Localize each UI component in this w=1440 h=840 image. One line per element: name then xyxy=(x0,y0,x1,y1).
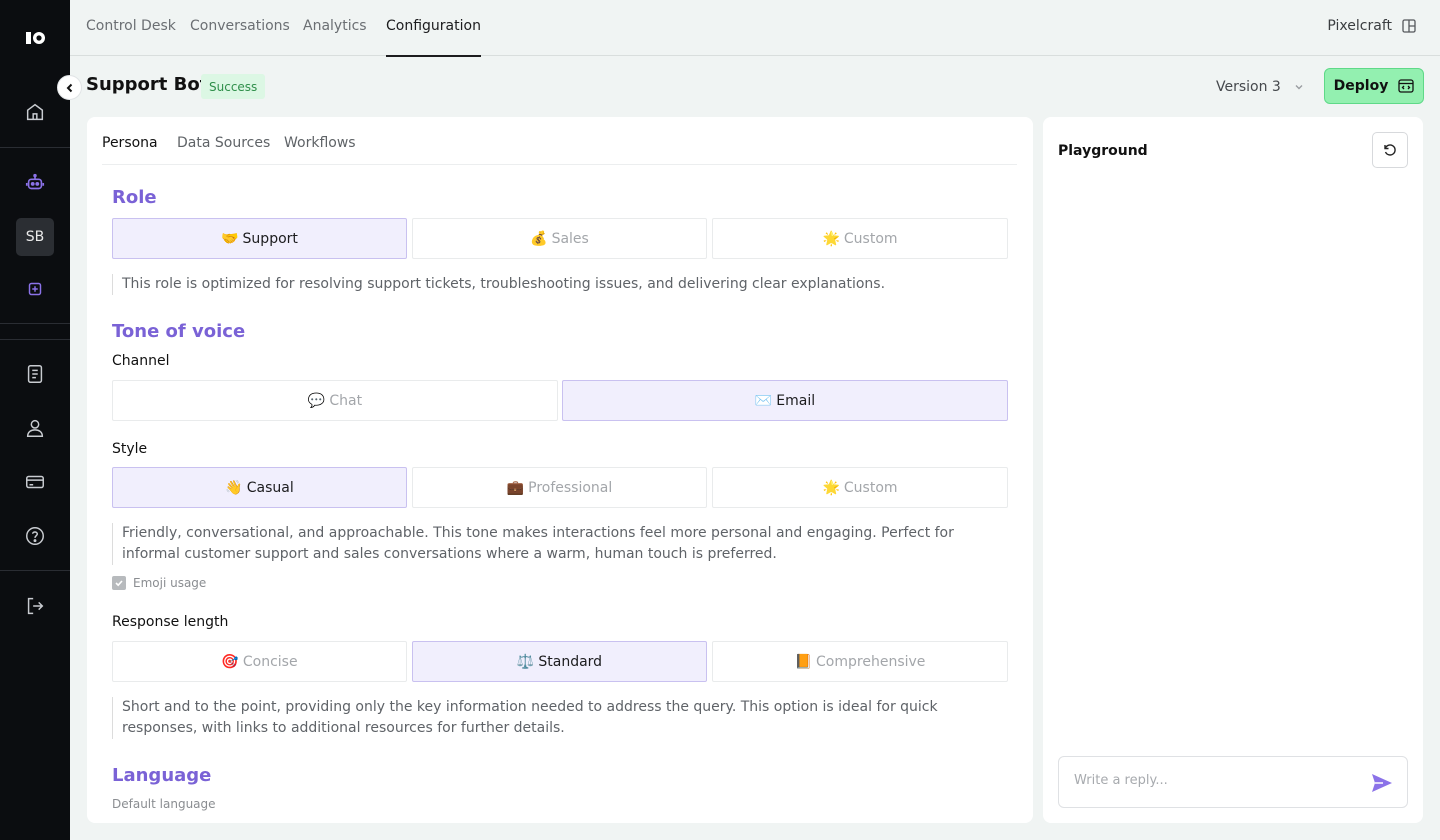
playground-title: Playground xyxy=(1058,143,1148,159)
role-option-sales[interactable]: 💰 Sales xyxy=(412,218,707,259)
tab-configuration[interactable]: Configuration xyxy=(386,0,481,57)
style-description: Friendly, conversational, and approachab… xyxy=(112,523,972,565)
reset-conversation-button[interactable] xyxy=(1372,132,1408,168)
option-label: Concise xyxy=(242,653,298,670)
language-title: Language xyxy=(112,765,212,786)
help-button[interactable] xyxy=(17,518,53,554)
documents-button[interactable] xyxy=(17,356,53,392)
option-label: Chat xyxy=(329,392,363,409)
option-label: Custom xyxy=(843,479,898,496)
deploy-button[interactable]: Deploy xyxy=(1324,68,1424,104)
briefcase-icon: 💼 xyxy=(506,479,525,496)
role-option-custom[interactable]: 🌟 Custom xyxy=(712,218,1008,259)
default-language-label: Default language xyxy=(112,797,216,811)
sidebar-divider xyxy=(0,570,70,571)
option-label: Sales xyxy=(551,230,589,247)
bot-button[interactable] xyxy=(17,165,53,201)
sidebar: SB xyxy=(0,0,70,840)
tab-control-desk[interactable]: Control Desk xyxy=(86,0,176,56)
response-length-label: Response length xyxy=(112,614,229,630)
length-option-comprehensive[interactable]: 📙 Comprehensive xyxy=(712,641,1008,682)
deploy-label: Deploy xyxy=(1333,78,1389,94)
checkbox-checked-icon[interactable] xyxy=(112,576,126,590)
length-option-standard[interactable]: ⚖️ Standard xyxy=(412,641,707,682)
send-icon[interactable] xyxy=(1371,773,1393,793)
option-label: Professional xyxy=(528,479,613,496)
users-button[interactable] xyxy=(17,410,53,446)
bot-icon xyxy=(25,173,45,190)
book-icon: 📙 xyxy=(794,653,813,670)
logout-button[interactable] xyxy=(17,588,53,624)
billing-card-icon xyxy=(26,475,44,489)
reply-box xyxy=(1058,756,1408,808)
style-option-casual[interactable]: 👋 Casual xyxy=(112,467,407,508)
subtab-persona[interactable]: Persona xyxy=(102,135,158,151)
style-option-professional[interactable]: 💼 Professional xyxy=(412,467,707,508)
logo-icon xyxy=(26,32,45,44)
star-icon: 🌟 xyxy=(822,479,840,496)
style-label: Style xyxy=(112,441,148,457)
home-button[interactable] xyxy=(17,94,53,130)
document-icon xyxy=(27,365,43,383)
subtab-workflows[interactable]: Workflows xyxy=(284,135,356,151)
waving-hand-icon: 👋 xyxy=(225,479,243,496)
logout-icon xyxy=(27,597,44,615)
option-label: Custom xyxy=(843,230,898,247)
chevron-down-icon xyxy=(1295,85,1303,90)
channel-option-email[interactable]: ✉️ Email xyxy=(562,380,1008,421)
user-icon xyxy=(26,419,44,437)
version-label: Version 3 xyxy=(1216,79,1281,95)
workspace-switcher[interactable]: Pixelcraft xyxy=(1327,18,1416,34)
channel-option-chat[interactable]: 💬 Chat xyxy=(112,380,558,421)
layout-panel-icon xyxy=(1402,19,1416,33)
role-title: Role xyxy=(112,187,157,208)
star-icon: 🌟 xyxy=(822,230,840,247)
role-option-support[interactable]: 🤝 Support xyxy=(112,218,407,259)
length-description: Short and to the point, providing only t… xyxy=(112,697,992,739)
length-option-concise[interactable]: 🎯 Concise xyxy=(112,641,407,682)
handshake-icon: 🤝 xyxy=(221,230,239,247)
add-bot-icon xyxy=(28,282,42,296)
balance-scale-icon: ⚖️ xyxy=(516,653,535,670)
help-icon xyxy=(26,527,44,545)
subtab-data-sources[interactable]: Data Sources xyxy=(177,135,270,151)
billing-button[interactable] xyxy=(17,464,53,500)
home-icon xyxy=(26,103,44,121)
tone-title: Tone of voice xyxy=(112,321,246,342)
sidebar-divider xyxy=(0,339,70,340)
envelope-icon: ✉️ xyxy=(754,392,773,409)
option-label: Comprehensive xyxy=(816,653,926,670)
role-description: This role is optimized for resolving sup… xyxy=(112,274,992,295)
option-label: Standard xyxy=(538,653,603,670)
persona-panel: Persona Data Sources Workflows Role 🤝 Su… xyxy=(87,117,1033,823)
reply-input[interactable] xyxy=(1074,773,1354,788)
tab-analytics[interactable]: Analytics xyxy=(303,0,367,56)
money-bag-icon: 💰 xyxy=(530,230,548,247)
add-bot-button[interactable] xyxy=(17,271,53,307)
option-label: Email xyxy=(776,392,816,409)
tab-conversations[interactable]: Conversations xyxy=(190,0,290,56)
sidebar-divider xyxy=(0,147,70,148)
playground-panel: Playground xyxy=(1043,117,1423,823)
page-title: Support Bot xyxy=(86,74,209,95)
channel-label: Channel xyxy=(112,353,170,369)
sidebar-divider xyxy=(0,323,70,324)
refresh-icon xyxy=(1384,144,1396,156)
collapse-sidebar-button[interactable] xyxy=(57,75,82,100)
emoji-usage-label: Emoji usage xyxy=(133,576,207,590)
chevron-left-icon xyxy=(66,83,72,92)
target-icon: 🎯 xyxy=(221,653,239,670)
avatar[interactable]: SB xyxy=(16,218,54,256)
style-option-custom[interactable]: 🌟 Custom xyxy=(712,467,1008,508)
speech-bubble-icon: 💬 xyxy=(307,392,326,409)
version-select[interactable]: Version 3 xyxy=(1216,78,1304,96)
top-navigation: Control Desk Conversations Analytics Con… xyxy=(70,0,1440,57)
option-label: Support xyxy=(242,230,298,247)
option-label: Casual xyxy=(246,479,294,496)
status-badge: Success xyxy=(201,74,266,99)
subtabs: Persona Data Sources Workflows xyxy=(102,117,1017,165)
emoji-usage-checkbox[interactable]: Emoji usage xyxy=(112,576,206,590)
deploy-icon xyxy=(1398,79,1414,93)
workspace-name: Pixelcraft xyxy=(1327,18,1392,34)
